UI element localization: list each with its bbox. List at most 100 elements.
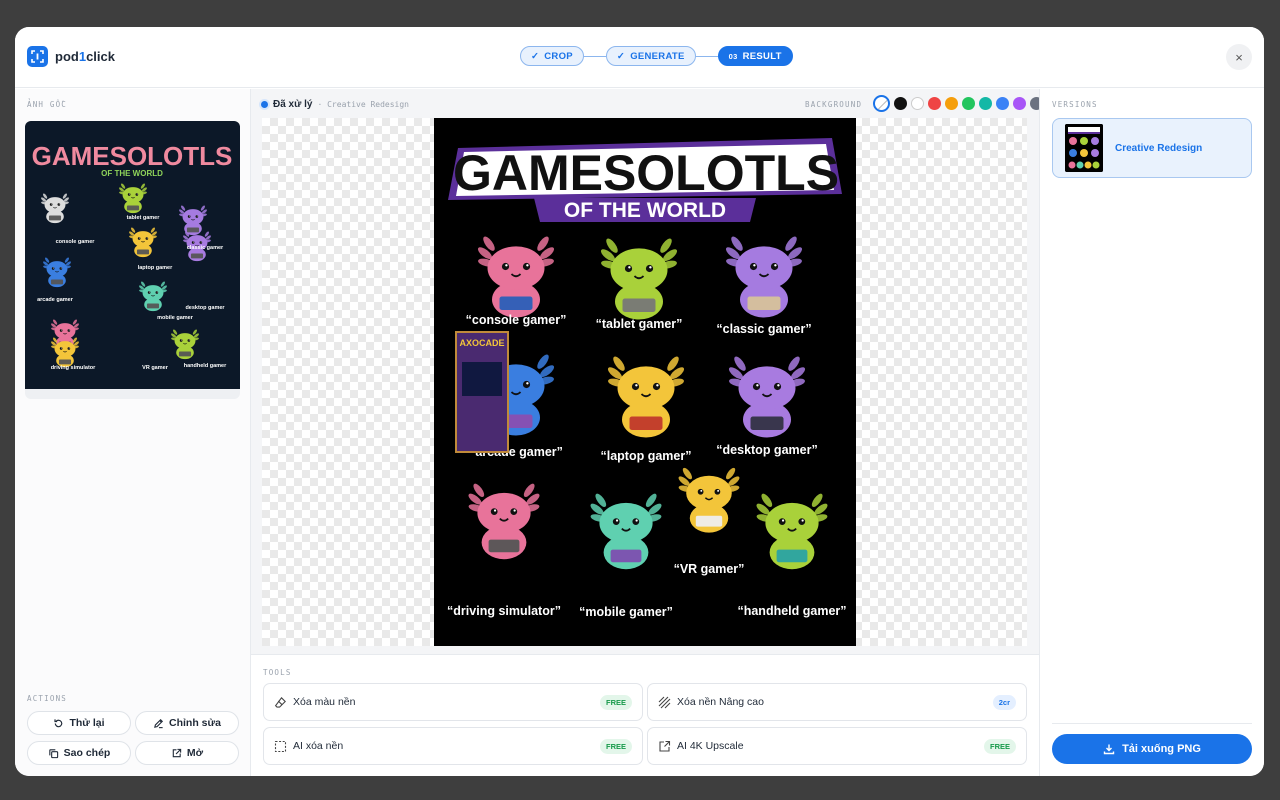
tool-label: Xóa nền Nâng cao: [677, 696, 764, 708]
result-image[interactable]: GAMESOLOTLS OF THE WORLD “console gamer”…: [434, 118, 856, 646]
versions-title: VERSIONS: [1052, 100, 1098, 109]
step-connector: [583, 55, 606, 57]
tools-title: TOOLS: [263, 668, 292, 677]
close-icon: ×: [1235, 49, 1243, 65]
swatch-f59e0b[interactable]: [945, 97, 958, 110]
canvas-preview[interactable]: GAMESOLOTLS OF THE WORLD “console gamer”…: [262, 118, 1027, 646]
ai-bg-removal-tool[interactable]: AI xóa nền FREE: [263, 727, 643, 765]
edit-button[interactable]: Chỉnh sửa: [135, 711, 239, 735]
edit-label: Chỉnh sửa: [169, 717, 221, 729]
upscale-icon: [659, 740, 671, 752]
divider: [1052, 723, 1252, 724]
actions-grid: Thử lại Chỉnh sửa Sao chép Mở: [27, 711, 239, 765]
copy-label: Sao chép: [63, 747, 111, 759]
step-generate[interactable]: ✓ GENERATE: [605, 46, 696, 66]
version-thumbnail: [1065, 124, 1103, 172]
swatch-14b8a6[interactable]: [979, 97, 992, 110]
download-png-button[interactable]: Tải xuống PNG: [1052, 734, 1252, 764]
swatch-111111[interactable]: [894, 97, 907, 110]
background-label: BACKGROUND: [805, 100, 863, 109]
canvas-toolbar: Đã xử lý · Creative Redesign BACKGROUND: [251, 89, 1060, 118]
dashed-select-icon: [274, 740, 287, 752]
swatch-ffffff[interactable]: [911, 97, 924, 110]
copy-icon: [48, 748, 58, 758]
original-caption: tablet gamer: [127, 215, 161, 221]
original-image[interactable]: GAMESOLOTLS OF THE WORLD tablet gamer con…: [25, 121, 240, 399]
actions-title: ACTIONS: [27, 694, 68, 703]
original-caption: desktop gamer: [185, 305, 225, 311]
version-item[interactable]: Creative Redesign: [1052, 118, 1252, 178]
tool-label: AI xóa nền: [293, 740, 344, 752]
poster-caption: “VR gamer”: [674, 562, 745, 576]
left-panel: ẢNH GỐC GAMESOLOTLS OF THE WORLD tablet …: [15, 89, 251, 776]
external-link-icon: [172, 748, 182, 757]
retry-button[interactable]: Thử lại: [27, 711, 131, 735]
logo-icon: [27, 46, 48, 67]
step-connector: [695, 55, 718, 57]
open-button[interactable]: Mở: [135, 741, 239, 765]
original-caption: arcade gamer: [37, 297, 74, 303]
free-badge: FREE: [599, 694, 632, 710]
swatch-a855f7[interactable]: [1013, 97, 1026, 110]
free-badge: FREE: [983, 738, 1016, 754]
result-modal: pod1click ✓ CROP ✓ GENERATE 03 RESULT × ẢNH…: [15, 27, 1264, 776]
credit-badge: 2cr: [992, 694, 1016, 710]
swatch-transparent[interactable]: [873, 95, 890, 112]
poster-caption: “desktop gamer”: [716, 443, 817, 457]
poster-caption: “driving simulator”: [447, 604, 561, 618]
ai-upscale-tool[interactable]: AI 4K Upscale FREE: [647, 727, 1027, 765]
original-caption: laptop gamer: [138, 265, 173, 271]
download-label: Tải xuống PNG: [1122, 743, 1201, 755]
swatch-ef4444[interactable]: [928, 97, 941, 110]
poster-caption: “classic gamer”: [716, 322, 811, 336]
tool-label: AI 4K Upscale: [677, 740, 744, 752]
app-logo: pod1click: [27, 46, 115, 67]
modal-header: pod1click ✓ CROP ✓ GENERATE 03 RESULT ×: [15, 27, 1264, 88]
original-caption: classic gamer: [187, 245, 224, 251]
center-panel: Đã xử lý · Creative Redesign BACKGROUND …: [251, 89, 1060, 776]
eraser-icon: [274, 696, 286, 708]
original-caption: handheld gamer: [184, 363, 227, 369]
retry-icon: [54, 718, 63, 727]
arcade-sign: AXOCADE: [459, 338, 504, 348]
edit-icon: [154, 718, 164, 728]
tools-panel: TOOLS Xóa màu nền FREE Xóa nền Nâng cao …: [251, 654, 1039, 776]
copy-button[interactable]: Sao chép: [27, 741, 131, 765]
right-panel: VERSIONS Creative Redesign Tải xuống PNG: [1039, 89, 1264, 776]
status-dot: [261, 101, 268, 108]
poster-caption: “tablet gamer”: [596, 317, 683, 331]
poster-caption: “console gamer”: [466, 313, 567, 327]
check-icon: ✓: [616, 50, 626, 62]
background-swatches: [873, 95, 1060, 112]
check-icon: ✓: [531, 50, 540, 62]
advanced-bg-removal-tool[interactable]: Xóa nền Nâng cao 2cr: [647, 683, 1027, 721]
original-title: GAMESOLOTLS: [32, 141, 233, 171]
poster-title: GAMESOLOTLS: [453, 145, 839, 201]
original-caption: console gamer: [56, 239, 96, 245]
status-label: Đã xử lý: [273, 99, 313, 110]
original-caption: VR gamer: [142, 365, 169, 371]
original-section-title: ẢNH GỐC: [27, 100, 68, 109]
poster-subtitle: OF THE WORLD: [564, 199, 726, 222]
download-icon: [1103, 744, 1115, 755]
original-subtitle: OF THE WORLD: [101, 169, 163, 178]
step-result[interactable]: 03 RESULT: [717, 46, 793, 66]
open-label: Mở: [186, 747, 204, 759]
retry-label: Thử lại: [69, 717, 105, 729]
poster-caption: “handheld gamer”: [737, 604, 846, 618]
version-label: Creative Redesign: [1115, 142, 1203, 154]
close-button[interactable]: ×: [1226, 44, 1252, 70]
swatch-3b82f6[interactable]: [996, 97, 1009, 110]
poster-caption: “laptop gamer”: [601, 449, 692, 463]
poster-caption: “mobile gamer”: [579, 605, 673, 619]
free-badge: FREE: [599, 738, 632, 754]
original-caption: driving simulator: [51, 365, 96, 371]
step-crop[interactable]: ✓ CROP: [520, 46, 584, 66]
swatch-22c55e[interactable]: [962, 97, 975, 110]
original-caption: mobile gamer: [157, 315, 194, 321]
status-subtitle: · Creative Redesign: [317, 100, 409, 109]
arcade-cabinet: AXOCADE: [455, 331, 509, 453]
remove-color-bg-tool[interactable]: Xóa màu nền FREE: [263, 683, 643, 721]
app-name: pod1click: [55, 49, 115, 64]
tool-label: Xóa màu nền: [293, 696, 356, 708]
